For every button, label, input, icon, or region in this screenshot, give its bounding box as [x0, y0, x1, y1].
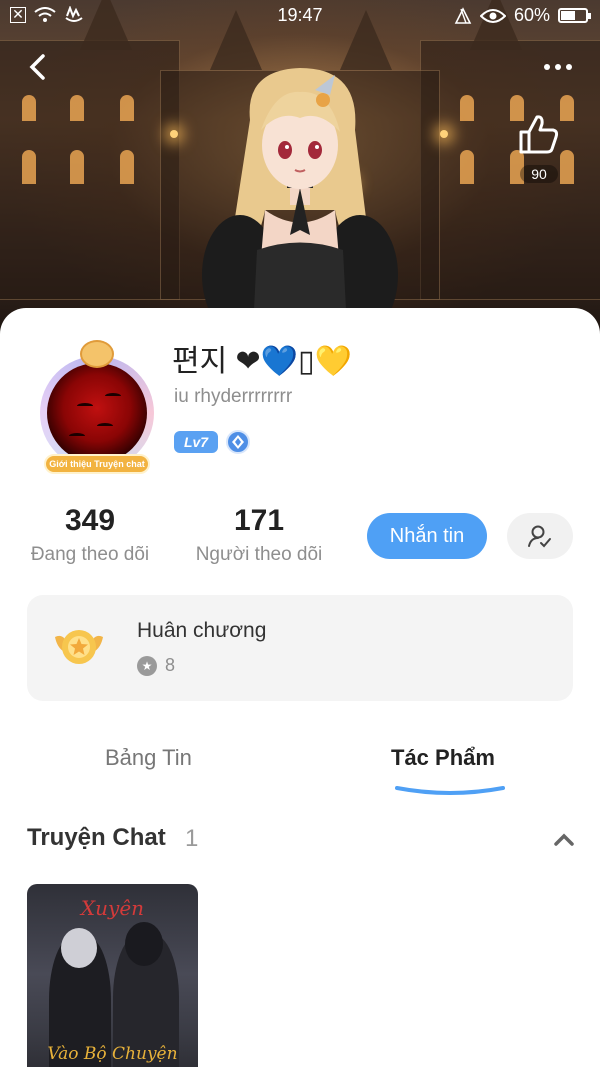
thumbs-up-icon: [519, 115, 559, 154]
more-icon: [544, 64, 550, 70]
medals-count-row: ★ 8: [137, 655, 175, 676]
bird-icon: [105, 393, 121, 399]
following-count: 349: [64, 504, 116, 537]
story-card[interactable]: Xuyên Vào Bộ Chuyện: [27, 884, 198, 1067]
section-title: Truyện Chat: [27, 824, 166, 851]
story-cover-title: Xuyên: [80, 896, 145, 920]
tab-works[interactable]: Tác Phẩm: [391, 745, 495, 771]
banner-window: [70, 95, 84, 121]
medals-title: Huân chương: [137, 619, 267, 642]
bear-decoration-icon: [80, 340, 114, 368]
medals-panel[interactable]: Huân chương ★ 8: [27, 595, 573, 701]
bird-icon: [97, 423, 113, 429]
banner-window: [120, 150, 134, 184]
story-cover-subtitle: Vào Bộ Chuyện: [47, 1044, 178, 1064]
battery-percent: 60%: [513, 5, 550, 25]
avatar[interactable]: Giới thiệu Truyện chat: [32, 336, 162, 476]
status-bar: ✕ 19:47 60%: [0, 0, 600, 32]
add-user-icon: [528, 525, 551, 548]
following-stat[interactable]: 349 Đang theo dõi: [22, 504, 158, 566]
chevron-up-icon: [554, 833, 574, 846]
bird-icon: [77, 403, 93, 409]
medal-icon: [55, 630, 103, 664]
banner-window: [70, 150, 84, 184]
profile-banner: [0, 0, 600, 340]
like-button[interactable]: 90: [514, 112, 564, 184]
banner-lamp: [440, 130, 448, 138]
verified-badge-icon: [226, 430, 250, 454]
profile-handle: iu rhyderrrrrrrr: [174, 386, 293, 407]
battery-icon: [558, 8, 591, 23]
character-avatar-illustration: [202, 68, 398, 330]
section-count: 1: [185, 825, 199, 852]
followers-label: Người theo dõi: [195, 544, 323, 565]
banner-window: [22, 150, 36, 184]
bird-icon: [69, 433, 85, 439]
active-tab-indicator: [395, 786, 505, 795]
follow-button[interactable]: [507, 513, 573, 559]
banner-window: [460, 95, 474, 121]
banner-window: [460, 150, 474, 184]
back-button[interactable]: [20, 50, 54, 84]
banner-window: [22, 95, 36, 121]
back-icon: [29, 54, 45, 80]
more-icon: [566, 64, 572, 70]
medals-count: 8: [165, 655, 176, 675]
battery-level: [561, 11, 576, 20]
followers-stat[interactable]: 171 Người theo dõi: [186, 504, 332, 566]
more-options-button[interactable]: [536, 52, 580, 82]
collapse-button[interactable]: [550, 828, 578, 852]
banner-window: [120, 95, 134, 121]
story-figure: [125, 922, 163, 966]
tab-feed[interactable]: Bảng Tin: [105, 745, 192, 771]
profile-name: 편지 ❤💙▯💛: [172, 345, 352, 378]
avatar-badge: Giới thiệu Truyện chat: [44, 454, 150, 474]
like-count: 90: [520, 165, 558, 183]
following-label: Đang theo dõi: [30, 544, 150, 565]
level-badge: Lv7: [174, 431, 218, 453]
more-icon: [555, 64, 561, 70]
profile-card: Giới thiệu Truyện chat 편지 ❤💙▯💛 iu rhyder…: [0, 308, 600, 1067]
story-figure: [61, 928, 97, 968]
avatar-frame: [40, 356, 154, 470]
banner-lamp: [170, 130, 178, 138]
eye-icon: [479, 8, 506, 23]
nfc-icon: [454, 6, 472, 24]
star-icon: ★: [137, 655, 157, 676]
avatar-image: [47, 363, 147, 463]
message-button[interactable]: Nhắn tin: [367, 513, 487, 559]
followers-count: 171: [233, 504, 285, 537]
